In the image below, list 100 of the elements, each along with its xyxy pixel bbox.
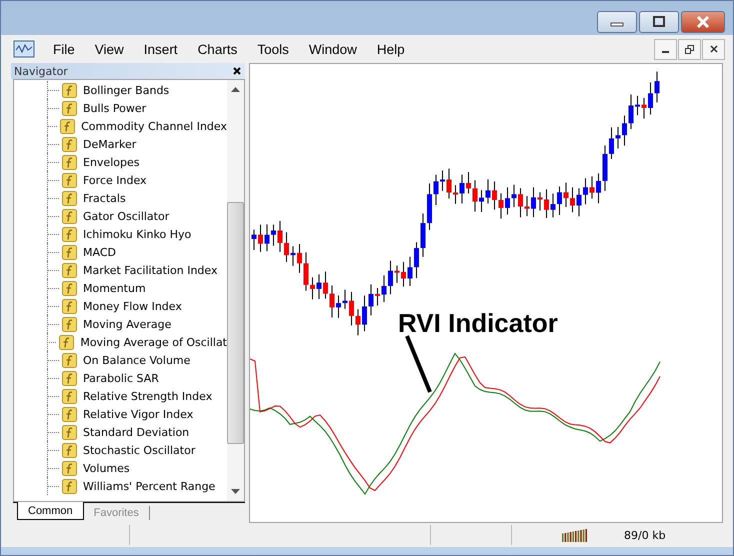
menu-item[interactable]: File <box>43 42 85 56</box>
candle <box>284 232 289 262</box>
candle <box>336 295 341 318</box>
candle <box>583 178 588 205</box>
scroll-up-arrow-icon[interactable] <box>231 86 240 92</box>
restore-button[interactable] <box>678 38 701 60</box>
candle <box>596 173 601 204</box>
candle <box>544 188 549 218</box>
candle <box>271 224 276 246</box>
candle <box>460 174 464 204</box>
indicator-item[interactable]: Williams' Percent Range <box>83 480 216 492</box>
candle <box>264 224 270 252</box>
menu-item[interactable]: Window <box>298 42 367 56</box>
candle <box>323 271 328 300</box>
candle <box>498 192 504 220</box>
indicator-item[interactable]: Bollinger Bands <box>83 84 170 96</box>
minimize-button[interactable] <box>597 11 637 33</box>
candle <box>486 178 490 204</box>
close-button[interactable] <box>702 38 725 60</box>
indicator-item[interactable]: Commodity Channel Index <box>81 120 227 132</box>
candle <box>440 170 445 192</box>
indicator-item[interactable]: On Balance Volume <box>83 354 190 366</box>
indicator-item[interactable]: Ichimoku Kinko Hyo <box>83 228 192 240</box>
indicator-item[interactable]: Stochastic Oscillator <box>83 444 196 456</box>
function-icon <box>62 262 77 278</box>
candle <box>356 308 360 336</box>
function-icon <box>62 136 77 152</box>
candle <box>258 224 263 252</box>
candle <box>394 265 400 284</box>
close-icon <box>710 45 718 53</box>
candle <box>570 186 575 213</box>
function-icon <box>62 244 77 260</box>
function-icon <box>62 100 77 116</box>
close-icon <box>233 67 241 75</box>
indicator-item[interactable]: MACD <box>83 246 116 258</box>
candle <box>472 180 478 212</box>
scrollbar[interactable] <box>227 80 244 501</box>
function-icon <box>62 460 77 476</box>
indicator-item[interactable]: Relative Strength Index <box>83 390 212 402</box>
candle <box>342 289 348 310</box>
candle <box>252 229 256 250</box>
candle <box>642 97 646 120</box>
candle <box>564 182 568 208</box>
maximize-icon <box>652 16 666 28</box>
indicator-item[interactable]: Momentum <box>83 282 146 294</box>
candle <box>446 168 452 199</box>
function-icon <box>62 478 77 494</box>
scroll-down-arrow-icon[interactable] <box>231 489 240 495</box>
candle <box>349 291 354 326</box>
candle <box>330 284 334 318</box>
indicator-item[interactable]: DeMarker <box>83 138 136 150</box>
function-icon <box>60 118 76 134</box>
candle <box>602 145 608 192</box>
menu-item[interactable]: Insert <box>134 42 188 56</box>
indicator-item[interactable]: Envelopes <box>83 156 140 168</box>
indicator-item[interactable]: Fractals <box>83 192 126 204</box>
annotation-label: RVI Indicator <box>398 308 558 339</box>
indicator-item[interactable]: Market Facilitation Index <box>83 264 218 276</box>
candle <box>427 182 432 230</box>
minimize-button[interactable] <box>654 38 677 60</box>
menu-item[interactable]: View <box>84 42 134 56</box>
indicator-item[interactable]: Standard Deviation <box>83 426 190 438</box>
indicator-item[interactable]: Money Flow Index <box>83 300 182 312</box>
candle <box>518 188 523 218</box>
indicator-item[interactable]: Force Index <box>83 174 147 186</box>
menu-item[interactable]: Help <box>366 42 415 56</box>
traffic-text: 89/0 kb <box>624 528 666 542</box>
indicator-item[interactable]: Moving Average <box>83 318 172 330</box>
app-chart-icon[interactable] <box>13 38 35 60</box>
function-icon <box>62 154 77 170</box>
candle <box>479 190 484 213</box>
indicator-item[interactable]: Bulls Power <box>83 102 146 114</box>
candle <box>557 186 562 216</box>
candle <box>538 192 542 211</box>
menu-item[interactable]: Tools <box>247 42 299 56</box>
function-icon <box>62 406 77 422</box>
candle <box>524 195 530 217</box>
function-icon <box>62 370 77 386</box>
indicator-item[interactable]: Parabolic SAR <box>83 372 159 384</box>
candle <box>434 174 438 206</box>
menu-item[interactable]: Charts <box>188 42 248 56</box>
candle <box>297 243 302 274</box>
candle <box>492 180 497 210</box>
function-icon <box>62 208 77 224</box>
function-icon <box>59 334 74 350</box>
tab[interactable]: Common <box>17 502 84 520</box>
function-icon <box>62 172 77 188</box>
candle <box>453 184 458 204</box>
maximize-button[interactable] <box>639 11 679 33</box>
candle <box>654 71 660 103</box>
indicator-item[interactable]: Relative Vigor Index <box>83 408 194 420</box>
restore-icon <box>685 44 694 54</box>
candle <box>316 274 322 300</box>
function-icon <box>62 442 77 458</box>
candle <box>414 242 419 279</box>
close-icon <box>695 16 711 28</box>
minimize-icon <box>662 51 669 53</box>
indicator-item[interactable]: Moving Average of Oscillat <box>80 336 227 348</box>
indicator-item[interactable]: Volumes <box>83 462 130 474</box>
indicator-item[interactable]: Gator Oscillator <box>83 210 170 222</box>
